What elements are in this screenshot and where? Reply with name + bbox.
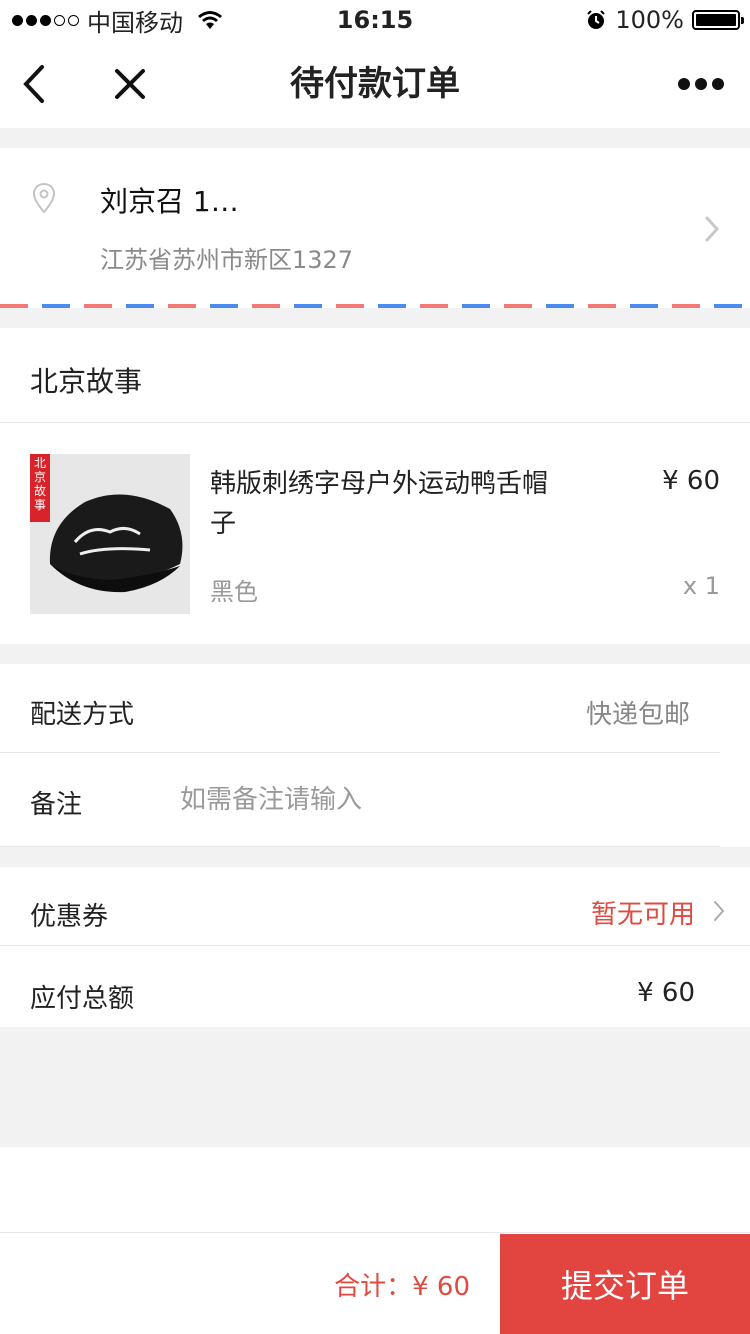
recipient-name-phone: 刘京召 1… xyxy=(100,185,239,218)
address-stripe xyxy=(0,304,750,308)
recipient-address: 江苏省苏州市新区1327 xyxy=(100,246,354,274)
notes-label: 备注 xyxy=(30,790,83,820)
submit-order-button[interactable]: 提交订单 xyxy=(500,1234,750,1334)
product-quantity: x 1 xyxy=(682,572,720,600)
divider xyxy=(0,846,720,847)
store-name: 北京故事 xyxy=(30,365,143,398)
chevron-right-icon[interactable] xyxy=(712,899,726,923)
chevron-right-icon[interactable] xyxy=(704,215,720,243)
total-label: 应付总额 xyxy=(30,984,135,1014)
location-pin-icon xyxy=(32,182,56,214)
alarm-icon xyxy=(587,10,606,29)
battery-percent: 100% xyxy=(615,6,684,34)
delivery-label: 配送方式 xyxy=(30,700,135,730)
address-card[interactable] xyxy=(0,148,750,308)
product-image[interactable] xyxy=(30,454,190,614)
product-price: ¥ 60 xyxy=(662,466,720,496)
total-value: ¥ 60 xyxy=(637,978,695,1008)
brand-tag: 北京故事 xyxy=(30,454,50,522)
product-color: 黑色 xyxy=(210,578,258,606)
coupon-value[interactable]: 暂无可用 xyxy=(591,894,695,931)
notes-input[interactable] xyxy=(180,778,680,822)
divider xyxy=(0,422,750,423)
status-right: 100% xyxy=(585,4,744,36)
order-sum: 合计：¥ 60 xyxy=(334,1272,470,1302)
more-icon[interactable] xyxy=(676,40,726,128)
spacer xyxy=(0,1147,750,1232)
delivery-value: 快递包邮 xyxy=(585,700,690,730)
divider xyxy=(0,945,750,946)
page-title: 待付款订单 xyxy=(290,64,460,104)
battery-icon xyxy=(692,10,744,30)
coupon-label[interactable]: 优惠券 xyxy=(30,896,108,933)
product-title[interactable]: 韩版刺绣字母户外运动鸭舌帽子 xyxy=(210,464,570,544)
divider xyxy=(0,752,720,753)
